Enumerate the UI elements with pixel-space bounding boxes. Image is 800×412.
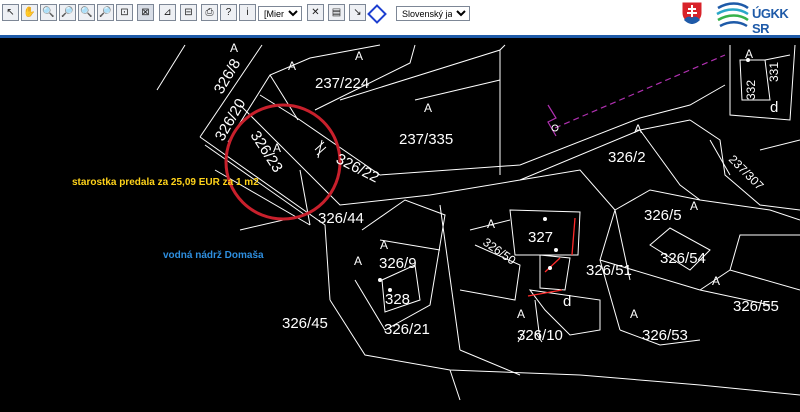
parcel-label: 326/54	[660, 250, 706, 267]
svg-text:A: A	[630, 307, 638, 321]
parcel-label: 326/8	[211, 56, 244, 97]
zoom-window-icon[interactable]: 🔍	[78, 4, 95, 21]
parcel-label: 326/51	[586, 262, 632, 279]
zoom-in-icon[interactable]: 🔍	[40, 4, 57, 21]
terrain-symbols: A A A A A A A A A A A A A A	[230, 41, 753, 321]
measure-icon[interactable]: ⊿	[159, 4, 176, 21]
clear-icon[interactable]: ⊠	[137, 4, 154, 21]
svg-text:A: A	[288, 59, 296, 73]
svg-text:A: A	[230, 41, 238, 55]
svg-text:A: A	[690, 199, 698, 213]
parcel-label: 326/45	[282, 315, 328, 332]
dashed-boundary-line	[554, 54, 726, 129]
cadastral-map[interactable]: A A A A A A A A A A A A A A 326/8 237/22…	[0, 38, 800, 412]
parcel-label: 326/9	[379, 255, 417, 272]
parcel-label: 327	[528, 229, 553, 246]
building-symbol: d	[563, 293, 571, 310]
svg-text:A: A	[634, 122, 642, 136]
parcel-label: 326/22	[333, 150, 382, 186]
parcel-label: 237/307	[726, 152, 767, 193]
parcel-boundaries	[156, 44, 800, 401]
identify-icon[interactable]: ✕	[307, 4, 324, 21]
svg-text:A: A	[712, 274, 720, 288]
parcel-label: 326/5	[644, 207, 682, 224]
svg-text:A: A	[424, 101, 432, 115]
reservoir-label: vodná nádrž Domaša	[163, 250, 264, 261]
parcel-label: 326/44	[318, 210, 364, 227]
toolbar: ↖ ✋ 🔍 🔎 🔍 🔎 ⊡ ⊠ ⊿ ⊟ ⎙ ? i [Mierka] ✕ ▤ ↘…	[0, 0, 800, 38]
svg-text:A: A	[745, 47, 753, 61]
parcel-label: 326/10	[517, 327, 563, 344]
svg-text:A: A	[487, 217, 495, 231]
zoom-previous-icon[interactable]: 🔎	[97, 4, 114, 21]
ugkk-logo-text: ÚGKK SR	[752, 6, 789, 36]
select-arrow-icon[interactable]: ↖	[2, 4, 19, 21]
price-note-annotation: starostka predala za 25,09 EUR za 1 m2	[72, 177, 259, 188]
layers-icon[interactable]: ▤	[328, 4, 345, 21]
parcel-label: 331	[767, 62, 781, 82]
svg-text:A: A	[517, 307, 525, 321]
parcel-label: 326/21	[384, 321, 430, 338]
parcel-label: 332	[744, 80, 758, 100]
navigation-diamond-icon[interactable]	[367, 4, 387, 24]
info-icon[interactable]: i	[239, 4, 256, 21]
download-icon[interactable]: ↘	[349, 4, 366, 21]
parcel-label: 237/224	[315, 75, 369, 92]
parcel-label: 326/53	[642, 327, 688, 344]
help-icon[interactable]: ?	[220, 4, 237, 21]
slovak-coat-of-arms-icon	[681, 1, 703, 25]
building-symbol: d	[770, 99, 778, 116]
svg-text:A: A	[380, 238, 388, 252]
svg-text:A: A	[354, 254, 362, 268]
parcel-label: 326/2	[608, 149, 646, 166]
parcel-label: 237/335	[399, 131, 453, 148]
scale-icon[interactable]: ⊟	[180, 4, 197, 21]
pan-hand-icon[interactable]: ✋	[21, 4, 38, 21]
print-icon[interactable]: ⎙	[201, 4, 218, 21]
language-select[interactable]: Slovenský jazyk	[396, 6, 470, 21]
svg-text:A: A	[355, 49, 363, 63]
zoom-extent-icon[interactable]: ⊡	[116, 4, 133, 21]
zoom-out-icon[interactable]: 🔎	[59, 4, 76, 21]
parcel-label: 326/55	[733, 298, 779, 315]
parcel-label: 328	[385, 291, 410, 308]
scale-select[interactable]: [Mierka]	[258, 6, 302, 21]
